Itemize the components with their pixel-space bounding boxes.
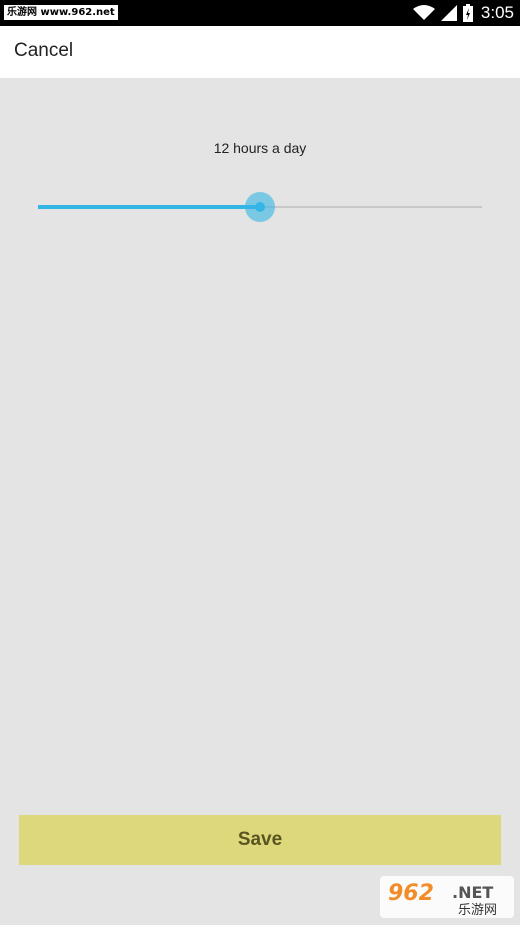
svg-text:962: 962 — [388, 881, 434, 906]
cancel-button[interactable]: Cancel — [14, 40, 73, 62]
save-button[interactable]: Save — [19, 815, 501, 865]
slider-fill — [38, 205, 260, 209]
main-content: 12 hours a day Save — [0, 78, 520, 925]
svg-text:乐游网: 乐游网 — [458, 903, 497, 918]
watermark-text: 乐游网 www.962.net — [4, 5, 118, 20]
svg-text:.NET: .NET — [452, 883, 493, 902]
clock: 3:05 — [480, 3, 514, 22]
slider-thumb-core — [255, 202, 265, 212]
watermark-logo: 962 .NET 乐游网 — [380, 876, 514, 918]
status-icons: 3:05 — [412, 0, 514, 26]
wifi-icon — [412, 5, 435, 21]
status-bar: 乐游网 www.962.net 3:05 — [0, 0, 520, 26]
slider-thumb[interactable] — [245, 192, 275, 222]
app-bar: Cancel — [0, 26, 520, 78]
hours-slider[interactable] — [38, 188, 482, 228]
hours-per-day-label: 12 hours a day — [213, 140, 307, 156]
battery-icon — [462, 4, 473, 22]
signal-icon — [440, 5, 457, 21]
